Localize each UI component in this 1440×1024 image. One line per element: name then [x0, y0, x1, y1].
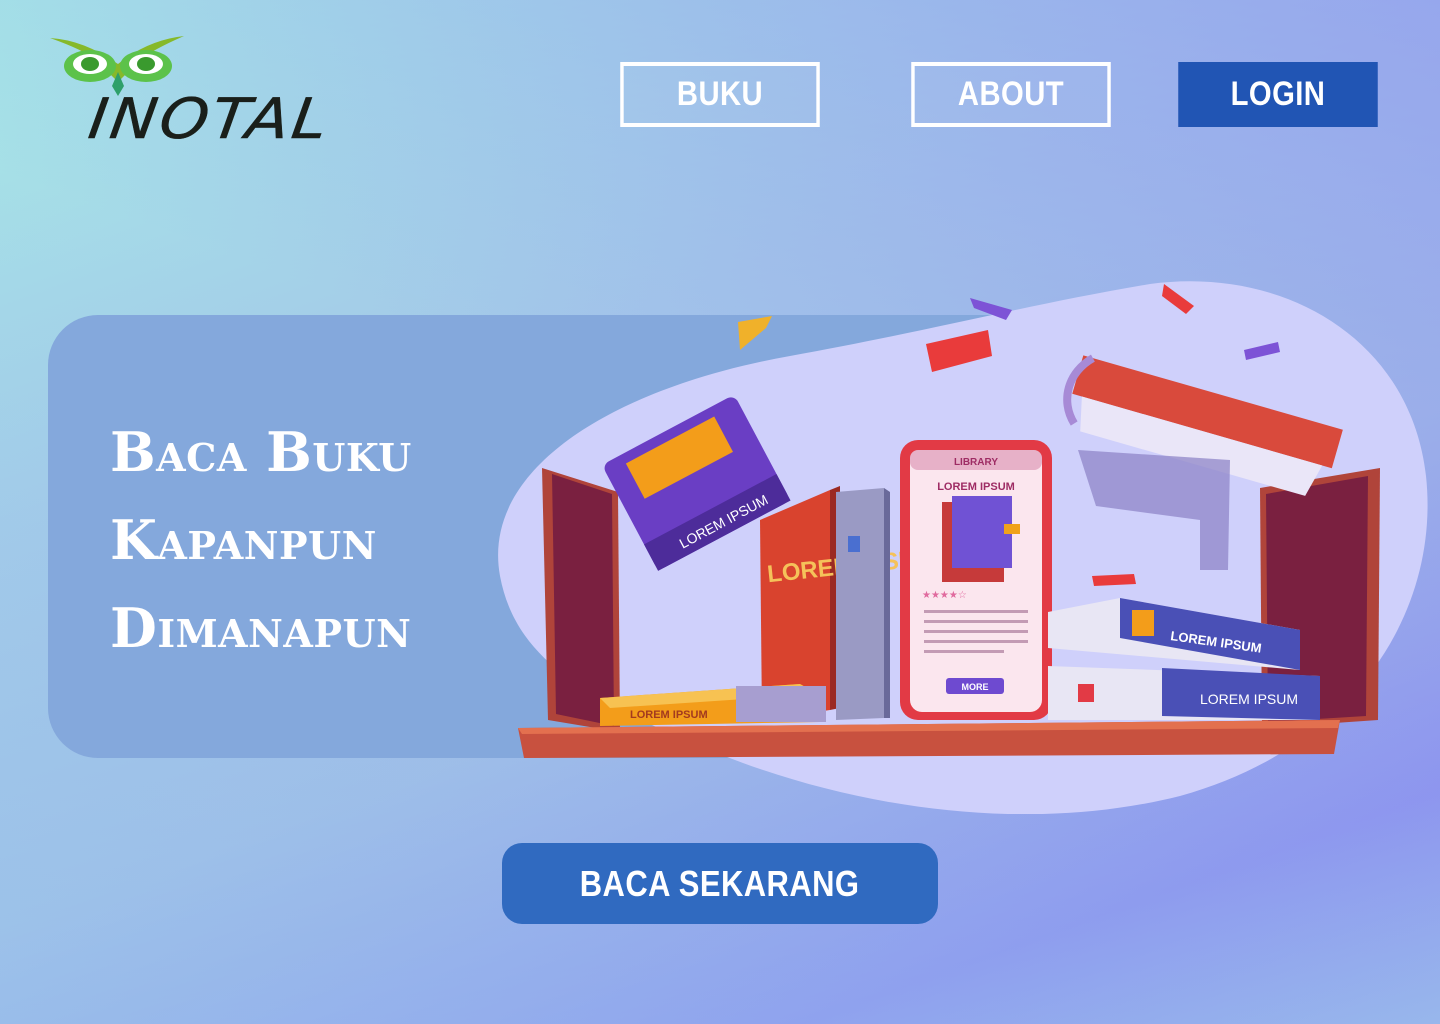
logo-text: INOTAL: [84, 86, 335, 152]
baca-sekarang-button[interactable]: BACA SEKARANG: [502, 843, 938, 924]
phone-header: LIBRARY: [954, 457, 998, 468]
gray-book: [836, 488, 890, 720]
baca-sekarang-label: BACA SEKARANG: [580, 862, 860, 904]
logo[interactable]: INOTAL: [44, 30, 344, 152]
confetti-piece: [1244, 342, 1280, 360]
nav-buku-label: BUKU: [676, 75, 764, 113]
phone-book-title: LOREM IPSUM: [937, 481, 1015, 493]
blue-book-bottom-label: LOREM IPSUM: [1200, 691, 1298, 707]
confetti-piece: [970, 298, 1012, 320]
hero-title-line-2: Kapanpun: [110, 508, 377, 572]
hero-title-line-3: Dimanapun: [110, 596, 412, 660]
confetti-piece: [1162, 284, 1194, 314]
svg-text:★★★★☆: ★★★★☆: [922, 590, 967, 601]
nav-about-label: ABOUT: [957, 75, 1065, 113]
confetti-piece: [738, 316, 772, 350]
phone-illustration: LIBRARY LOREM IPSUM ★★★★☆ MORE: [900, 440, 1052, 720]
confetti-piece: [926, 330, 992, 372]
lying-book-label: LOREM IPSUM: [630, 709, 708, 721]
bookshelf-illustration: LOREM IPSUM LOREM IPSUM LOREM IPSUM LIBR…: [518, 284, 1380, 758]
lying-book: LOREM IPSUM: [600, 684, 826, 726]
blue-book-bottom: LOREM IPSUM: [1048, 666, 1320, 720]
hero-title: Baca Buku Kapanpun Dimanapun: [110, 408, 412, 672]
login-button[interactable]: LOGIN: [1178, 62, 1378, 127]
phone-more-button: MORE: [962, 682, 989, 692]
nav-buku-button[interactable]: BUKU: [620, 62, 820, 127]
nav-about-button[interactable]: ABOUT: [911, 62, 1111, 127]
confetti-piece: [1092, 574, 1136, 586]
hero-title-line-1: Baca Buku: [110, 420, 412, 484]
login-label: LOGIN: [1230, 75, 1326, 113]
